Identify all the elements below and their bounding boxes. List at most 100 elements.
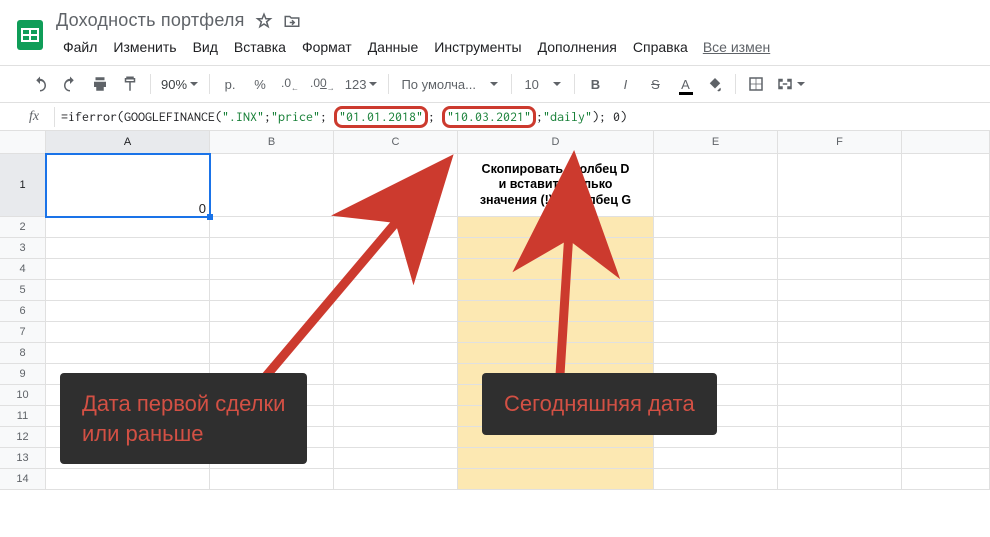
undo-button[interactable] <box>26 71 54 97</box>
borders-button[interactable] <box>742 71 770 97</box>
cell[interactable] <box>902 406 990 427</box>
more-formats-button[interactable]: 123 <box>341 71 383 97</box>
cell[interactable] <box>334 322 458 343</box>
cell[interactable] <box>654 259 778 280</box>
cell[interactable] <box>902 385 990 406</box>
cell[interactable] <box>458 238 654 259</box>
menu-addons[interactable]: Дополнения <box>531 35 624 59</box>
cell[interactable] <box>210 238 334 259</box>
row-header[interactable]: 6 <box>0 301 46 322</box>
cell[interactable] <box>778 448 902 469</box>
cell[interactable] <box>334 301 458 322</box>
column-header[interactable] <box>902 131 990 153</box>
cell[interactable] <box>902 217 990 238</box>
cell[interactable] <box>902 469 990 490</box>
cell[interactable] <box>902 343 990 364</box>
column-header[interactable]: C <box>334 131 458 153</box>
menu-help[interactable]: Справка <box>626 35 695 59</box>
cell[interactable] <box>334 469 458 490</box>
row-header[interactable]: 10 <box>0 385 46 406</box>
fill-color-button[interactable] <box>701 71 729 97</box>
cell[interactable] <box>902 427 990 448</box>
column-header[interactable]: A <box>46 131 210 153</box>
cell[interactable] <box>46 322 210 343</box>
cell[interactable] <box>210 259 334 280</box>
cell[interactable] <box>778 280 902 301</box>
selection-handle[interactable] <box>207 214 213 220</box>
cell[interactable] <box>458 280 654 301</box>
cell[interactable] <box>654 280 778 301</box>
menu-format[interactable]: Формат <box>295 35 359 59</box>
redo-button[interactable] <box>56 71 84 97</box>
cell[interactable] <box>334 364 458 385</box>
cell[interactable] <box>210 343 334 364</box>
cell[interactable] <box>902 154 990 217</box>
cell[interactable] <box>334 343 458 364</box>
cell[interactable] <box>210 217 334 238</box>
cell[interactable] <box>46 259 210 280</box>
cell[interactable] <box>334 154 458 217</box>
font-select[interactable]: По умолча... <box>395 71 505 97</box>
column-header[interactable]: E <box>654 131 778 153</box>
increase-decimal-button[interactable]: .00→ <box>306 71 339 97</box>
cell[interactable] <box>654 448 778 469</box>
print-button[interactable] <box>86 71 114 97</box>
menu-data[interactable]: Данные <box>361 35 426 59</box>
cell[interactable] <box>778 154 902 217</box>
menu-tools[interactable]: Инструменты <box>427 35 528 59</box>
cell[interactable] <box>778 406 902 427</box>
cell[interactable] <box>902 280 990 301</box>
strikethrough-button[interactable]: S <box>641 71 669 97</box>
text-color-button[interactable]: A <box>671 71 699 97</box>
cell[interactable] <box>778 322 902 343</box>
cell[interactable] <box>458 301 654 322</box>
cell[interactable] <box>654 238 778 259</box>
percent-button[interactable]: % <box>246 71 274 97</box>
cell[interactable] <box>46 238 210 259</box>
cell[interactable] <box>778 427 902 448</box>
cell-D1[interactable]: Скопировать столбец D и вставить только … <box>458 154 654 217</box>
currency-button[interactable]: р. <box>216 71 244 97</box>
cell[interactable] <box>902 364 990 385</box>
cell[interactable] <box>334 448 458 469</box>
cell[interactable] <box>46 301 210 322</box>
row-header[interactable]: 2 <box>0 217 46 238</box>
cell[interactable] <box>778 301 902 322</box>
menu-view[interactable]: Вид <box>186 35 225 59</box>
cell[interactable] <box>778 385 902 406</box>
cell[interactable] <box>458 448 654 469</box>
cell[interactable] <box>778 364 902 385</box>
cell[interactable] <box>458 217 654 238</box>
menu-file[interactable]: Файл <box>56 35 104 59</box>
row-header[interactable]: 1 <box>0 154 46 217</box>
cell[interactable] <box>210 322 334 343</box>
menu-edit[interactable]: Изменить <box>106 35 183 59</box>
row-header[interactable]: 3 <box>0 238 46 259</box>
cell[interactable] <box>334 238 458 259</box>
cell[interactable] <box>902 448 990 469</box>
menu-insert[interactable]: Вставка <box>227 35 293 59</box>
all-changes-link[interactable]: Все измен <box>697 35 776 59</box>
select-all-corner[interactable] <box>0 131 46 153</box>
column-header[interactable]: D <box>458 131 654 153</box>
sheets-logo[interactable] <box>10 8 50 62</box>
paint-format-button[interactable] <box>116 71 144 97</box>
cell[interactable] <box>778 343 902 364</box>
cell[interactable] <box>654 301 778 322</box>
cell[interactable] <box>210 469 334 490</box>
zoom-select[interactable]: 90% <box>157 71 203 97</box>
cell[interactable] <box>210 301 334 322</box>
bold-button[interactable]: B <box>581 71 609 97</box>
cell[interactable] <box>654 343 778 364</box>
cell[interactable] <box>458 343 654 364</box>
cell[interactable] <box>334 259 458 280</box>
cell[interactable] <box>458 259 654 280</box>
italic-button[interactable]: I <box>611 71 639 97</box>
row-header[interactable]: 13 <box>0 448 46 469</box>
cell-A1[interactable]: 0 <box>46 154 210 217</box>
cell[interactable] <box>334 427 458 448</box>
decrease-decimal-button[interactable]: .0← <box>276 71 304 97</box>
cell[interactable] <box>654 322 778 343</box>
doc-title[interactable]: Доходность портфеля <box>56 10 245 31</box>
row-header[interactable]: 11 <box>0 406 46 427</box>
